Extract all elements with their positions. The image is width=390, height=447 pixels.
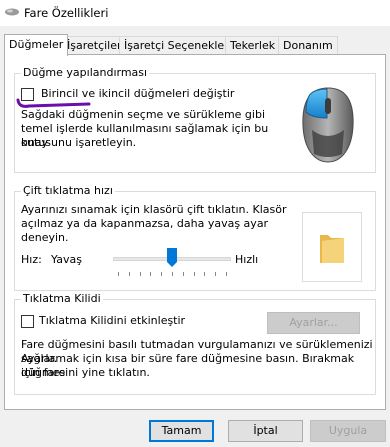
slider-tick: [140, 272, 141, 276]
click-lock-group: Tıklatma Kilidi Tıklatma Kilidini etkinl…: [14, 292, 376, 395]
button-configuration-group: Düğme yapılandırması Birincil ve ikincil…: [14, 66, 376, 173]
speed-label: Hız:: [21, 253, 42, 266]
tab-pointer-options[interactable]: İşaretçi Seçenekleri: [119, 36, 237, 55]
slider-tick: [129, 272, 130, 276]
description-line-1: Ayarınızı sınamak için klasörü çift tıkl…: [21, 203, 287, 216]
slider-thumb[interactable]: [167, 248, 177, 268]
cancel-button[interactable]: İptal: [228, 420, 303, 442]
settings-button[interactable]: Ayarlar...: [267, 312, 360, 334]
slider-tick: [204, 272, 205, 276]
fast-label: Hızlı: [235, 253, 259, 266]
group-title: Düğme yapılandırması: [21, 66, 150, 80]
double-click-speed-group: Çift tıklatma hızı Ayarınızı sınamak içi…: [14, 184, 376, 291]
description-line-3: deneyin.: [21, 231, 69, 244]
tab-strip: Düğmeler İşaretçiler İşaretçi Seçenekler…: [4, 34, 388, 56]
description-line-1: Sağdaki düğmenin seçme ve sürükleme gibi: [21, 108, 266, 121]
description-line-3: düğmesini yine tıklatın.: [21, 366, 150, 379]
tab-panel: Düğme yapılandırması Birincil ve ikincil…: [4, 54, 386, 410]
speed-slider[interactable]: [113, 248, 231, 278]
tab-pointers[interactable]: İşaretçiler: [62, 36, 127, 55]
slider-tick: [161, 272, 162, 276]
test-folder-area[interactable]: [302, 212, 362, 282]
click-lock-label: Tıklatma Kilidini etkinleştir: [39, 314, 186, 327]
ok-button[interactable]: Tamam: [149, 420, 214, 442]
folder-icon[interactable]: [318, 229, 346, 265]
window-title: Fare Özellikleri: [24, 6, 109, 20]
apply-button[interactable]: Uygula: [310, 420, 386, 442]
click-lock-checkbox[interactable]: [21, 315, 34, 328]
slider-tick: [194, 272, 195, 276]
title-bar: Fare Özellikleri: [0, 0, 390, 26]
description-line-3: kutusunu işaretleyin.: [21, 136, 137, 149]
tab-buttons[interactable]: Düğmeler: [4, 34, 69, 56]
tab-wheel[interactable]: Tekerlek: [225, 36, 281, 55]
tab-hardware[interactable]: Donanım: [278, 36, 338, 55]
slider-tick: [183, 272, 184, 276]
slider-tick: [226, 272, 227, 276]
mouse-illustration: [298, 84, 358, 169]
slow-label: Yavaş: [51, 253, 82, 266]
slider-tick: [150, 272, 151, 276]
slider-tick: [172, 272, 173, 276]
group-title: Çift tıklatma hızı: [21, 184, 115, 198]
description-line-2: açılmaz ya da kapanmazsa, daha yavaş aya…: [21, 217, 269, 230]
slider-tick: [215, 272, 216, 276]
group-title: Tıklatma Kilidi: [21, 292, 103, 306]
slider-tick: [118, 272, 119, 276]
mouse-app-icon: [4, 6, 20, 21]
